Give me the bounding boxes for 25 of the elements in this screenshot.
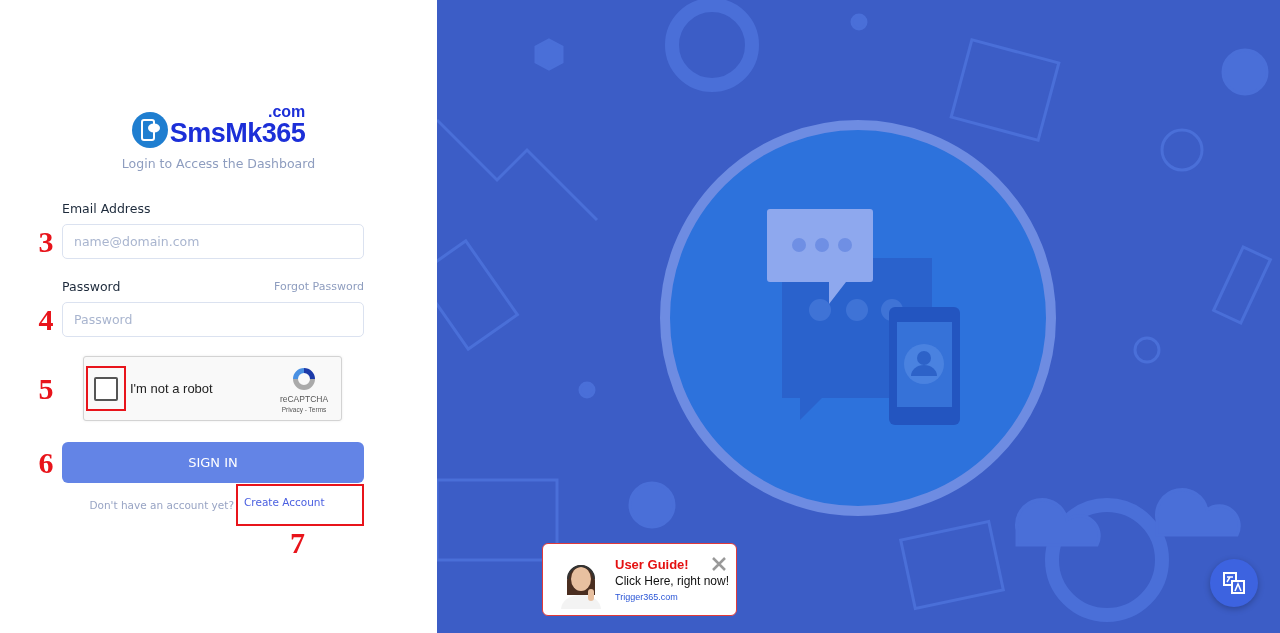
- user-guide-popup[interactable]: User Guide! Click Here, right now! Trigger365.com: [542, 543, 737, 616]
- annotation-number: 6: [38, 447, 54, 478]
- create-account-link[interactable]: Create Account: [236, 484, 364, 526]
- translate-icon: [1222, 571, 1246, 595]
- captcha-checkbox[interactable]: [94, 376, 118, 401]
- popup-link[interactable]: Trigger365.com: [615, 592, 678, 602]
- subtitle: Login to Access the Dashboard: [120, 156, 317, 171]
- signup-prompt: Don't have an account yet?: [89, 499, 234, 511]
- logo-text: SmsMk365 .com: [169, 108, 306, 148]
- annotation-number: 5: [38, 373, 54, 404]
- popup-title: User Guide!: [615, 557, 689, 572]
- captcha-label: I'm not a robot: [130, 381, 214, 396]
- field-label: Email Address: [62, 201, 152, 216]
- sign-in-button[interactable]: SIGN IN: [62, 442, 364, 483]
- recaptcha-brand: reCAPTCHA: [279, 394, 329, 404]
- annotation-number: 4: [38, 304, 54, 335]
- email-field[interactable]: name@domain.com: [62, 224, 364, 259]
- annotation-number: 3: [38, 226, 54, 257]
- close-icon[interactable]: [712, 557, 726, 571]
- password-field[interactable]: Password: [62, 302, 364, 337]
- annotation-number: 7: [290, 528, 306, 558]
- translate-button[interactable]: [1210, 559, 1258, 607]
- logo-icon: [131, 112, 168, 148]
- popup-text: Click Here, right now!: [615, 574, 730, 588]
- field-label: Password: [62, 279, 121, 294]
